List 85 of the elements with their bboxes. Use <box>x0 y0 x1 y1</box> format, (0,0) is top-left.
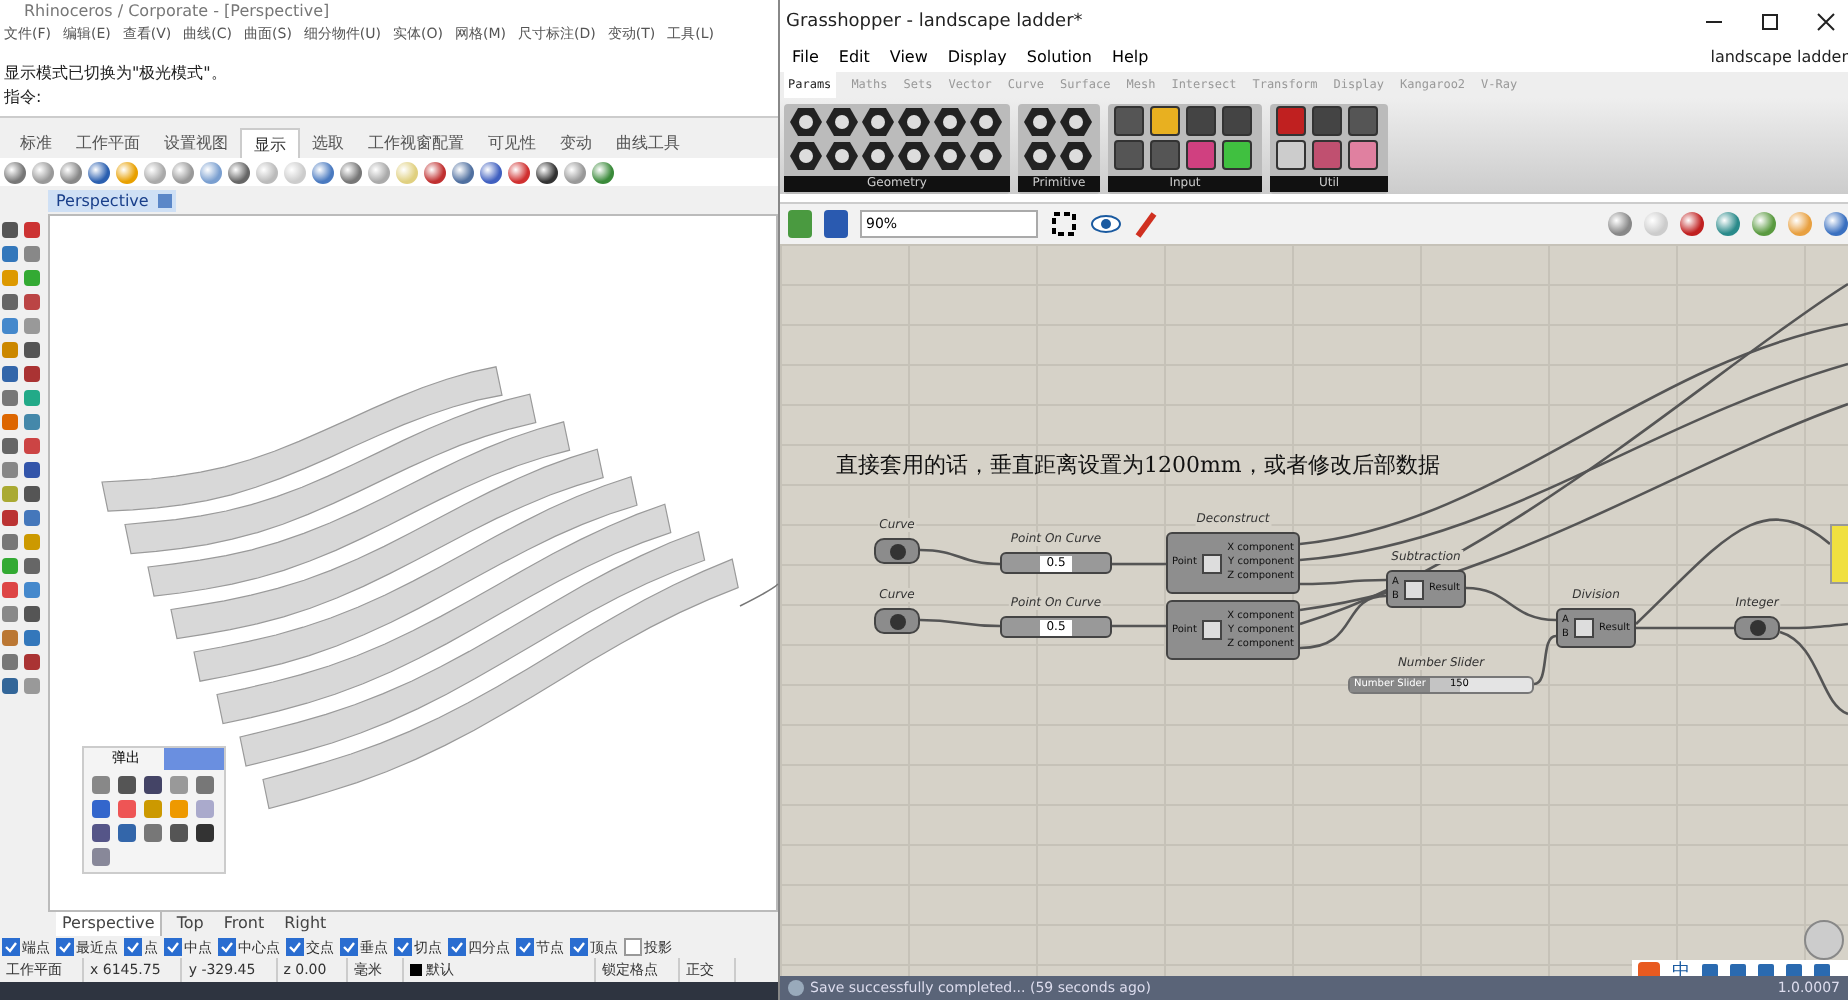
menu-item[interactable]: Help <box>1111 44 1149 72</box>
command-prompt[interactable]: 指令: <box>4 86 774 110</box>
checkbox[interactable] <box>286 938 304 956</box>
viewport-tab[interactable]: Right <box>278 912 333 936</box>
window-title: Grasshopper - landscape ladder* <box>786 12 1083 32</box>
menu-item[interactable]: Display <box>947 44 1007 72</box>
component-icon[interactable] <box>1348 140 1378 170</box>
menu-item[interactable]: View <box>889 44 928 72</box>
window-title: Rhinoceros / Corporate - [Perspective] <box>0 0 778 22</box>
hexagon-icon[interactable] <box>790 140 822 172</box>
checkbox[interactable] <box>2 938 20 956</box>
component-icon <box>1202 620 1223 640</box>
checkbox[interactable] <box>340 938 358 956</box>
hexagon-icon[interactable] <box>1060 140 1092 172</box>
viewport-title[interactable]: Perspective <box>48 189 177 211</box>
component-icon[interactable] <box>1150 106 1180 136</box>
sphere-icon[interactable] <box>424 161 446 183</box>
hexagon-icon[interactable] <box>934 140 966 172</box>
close-icon[interactable] <box>1816 12 1836 32</box>
wire <box>1533 634 1557 686</box>
hexagon-icon[interactable] <box>898 106 930 138</box>
menu-item[interactable]: Edit <box>838 44 870 72</box>
menu-item[interactable]: Solution <box>1026 44 1092 72</box>
hexagon-icon[interactable] <box>1060 106 1092 138</box>
toolbar-tab[interactable]: 选取 <box>300 128 356 158</box>
checkbox[interactable] <box>516 938 534 956</box>
component-icon <box>1573 618 1594 638</box>
hexagon-icon[interactable] <box>970 106 1002 138</box>
toolbar-tab[interactable]: 显示 <box>240 128 300 158</box>
hexagon-icon[interactable] <box>826 106 858 138</box>
sphere-icon[interactable] <box>228 161 250 183</box>
maximize-icon[interactable] <box>1760 12 1780 32</box>
menu-item[interactable]: File <box>792 44 819 72</box>
document-name: landscape ladder <box>1710 46 1848 70</box>
checkbox[interactable] <box>448 938 466 956</box>
layer-color-swatch <box>410 964 423 976</box>
hexagon-icon[interactable] <box>826 140 858 172</box>
sphere-icon[interactable] <box>536 161 558 183</box>
component-icon <box>1403 579 1424 599</box>
checkbox[interactable] <box>124 938 142 956</box>
hexagon-icon[interactable] <box>934 106 966 138</box>
viewport-tab[interactable]: Perspective <box>56 912 163 936</box>
toolbar-tab[interactable]: 曲线工具 <box>604 128 692 158</box>
toolbar-tab[interactable]: 变动 <box>548 128 604 158</box>
toolbar-tab[interactable]: 工作视窗配置 <box>356 128 476 158</box>
sphere-icon[interactable] <box>1680 212 1704 236</box>
hexagon-icon[interactable] <box>1024 106 1056 138</box>
hexagon-icon[interactable] <box>898 140 930 172</box>
wire <box>1112 562 1166 566</box>
curve-line <box>739 583 779 607</box>
hexagon-icon[interactable] <box>862 106 894 138</box>
wire <box>920 618 1000 628</box>
hexagon-icon[interactable] <box>790 106 822 138</box>
checkbox[interactable] <box>624 938 642 956</box>
eye-icon[interactable] <box>1090 212 1122 236</box>
component-icon[interactable] <box>1276 140 1306 170</box>
checkbox[interactable] <box>56 938 74 956</box>
canvas-note: 直接套用的话，垂直距离设置为1200mm，或者修改后部数据 <box>836 450 1440 480</box>
checkbox[interactable] <box>570 938 588 956</box>
caret-icon[interactable] <box>158 193 173 207</box>
sphere-icon[interactable] <box>480 161 502 183</box>
checkbox[interactable] <box>394 938 412 956</box>
wire <box>919 548 1001 566</box>
navigation-dial-icon[interactable] <box>1804 920 1844 960</box>
brush-icon[interactable] <box>1134 210 1158 238</box>
viewport-tab[interactable]: Front <box>217 912 271 936</box>
toolbar-tab[interactable]: 设置视图 <box>152 128 240 158</box>
hexagon-icon[interactable] <box>1024 140 1056 172</box>
hexagon-icon[interactable] <box>970 140 1002 172</box>
component-icon <box>1202 553 1223 573</box>
command-history-line: 显示模式已切换为"极光模式"。 <box>4 62 229 86</box>
integer-param-node[interactable] <box>1734 616 1780 640</box>
toolbar-tab[interactable]: 标准 <box>8 128 64 158</box>
toolbar-tab[interactable]: 工作平面 <box>64 128 152 158</box>
curve-param-node[interactable] <box>874 538 920 564</box>
checkbox[interactable] <box>218 938 236 956</box>
component-icon[interactable] <box>1222 140 1252 170</box>
zoom-extents-icon[interactable] <box>1050 210 1078 238</box>
checkbox[interactable] <box>164 938 182 956</box>
sphere-icon[interactable] <box>88 161 110 183</box>
toolbar-tab[interactable]: 可见性 <box>476 128 548 158</box>
viewport-tab[interactable]: Top <box>170 912 210 936</box>
curve-param-node[interactable] <box>874 608 920 634</box>
wire <box>1112 624 1166 628</box>
hexagon-icon[interactable] <box>862 140 894 172</box>
